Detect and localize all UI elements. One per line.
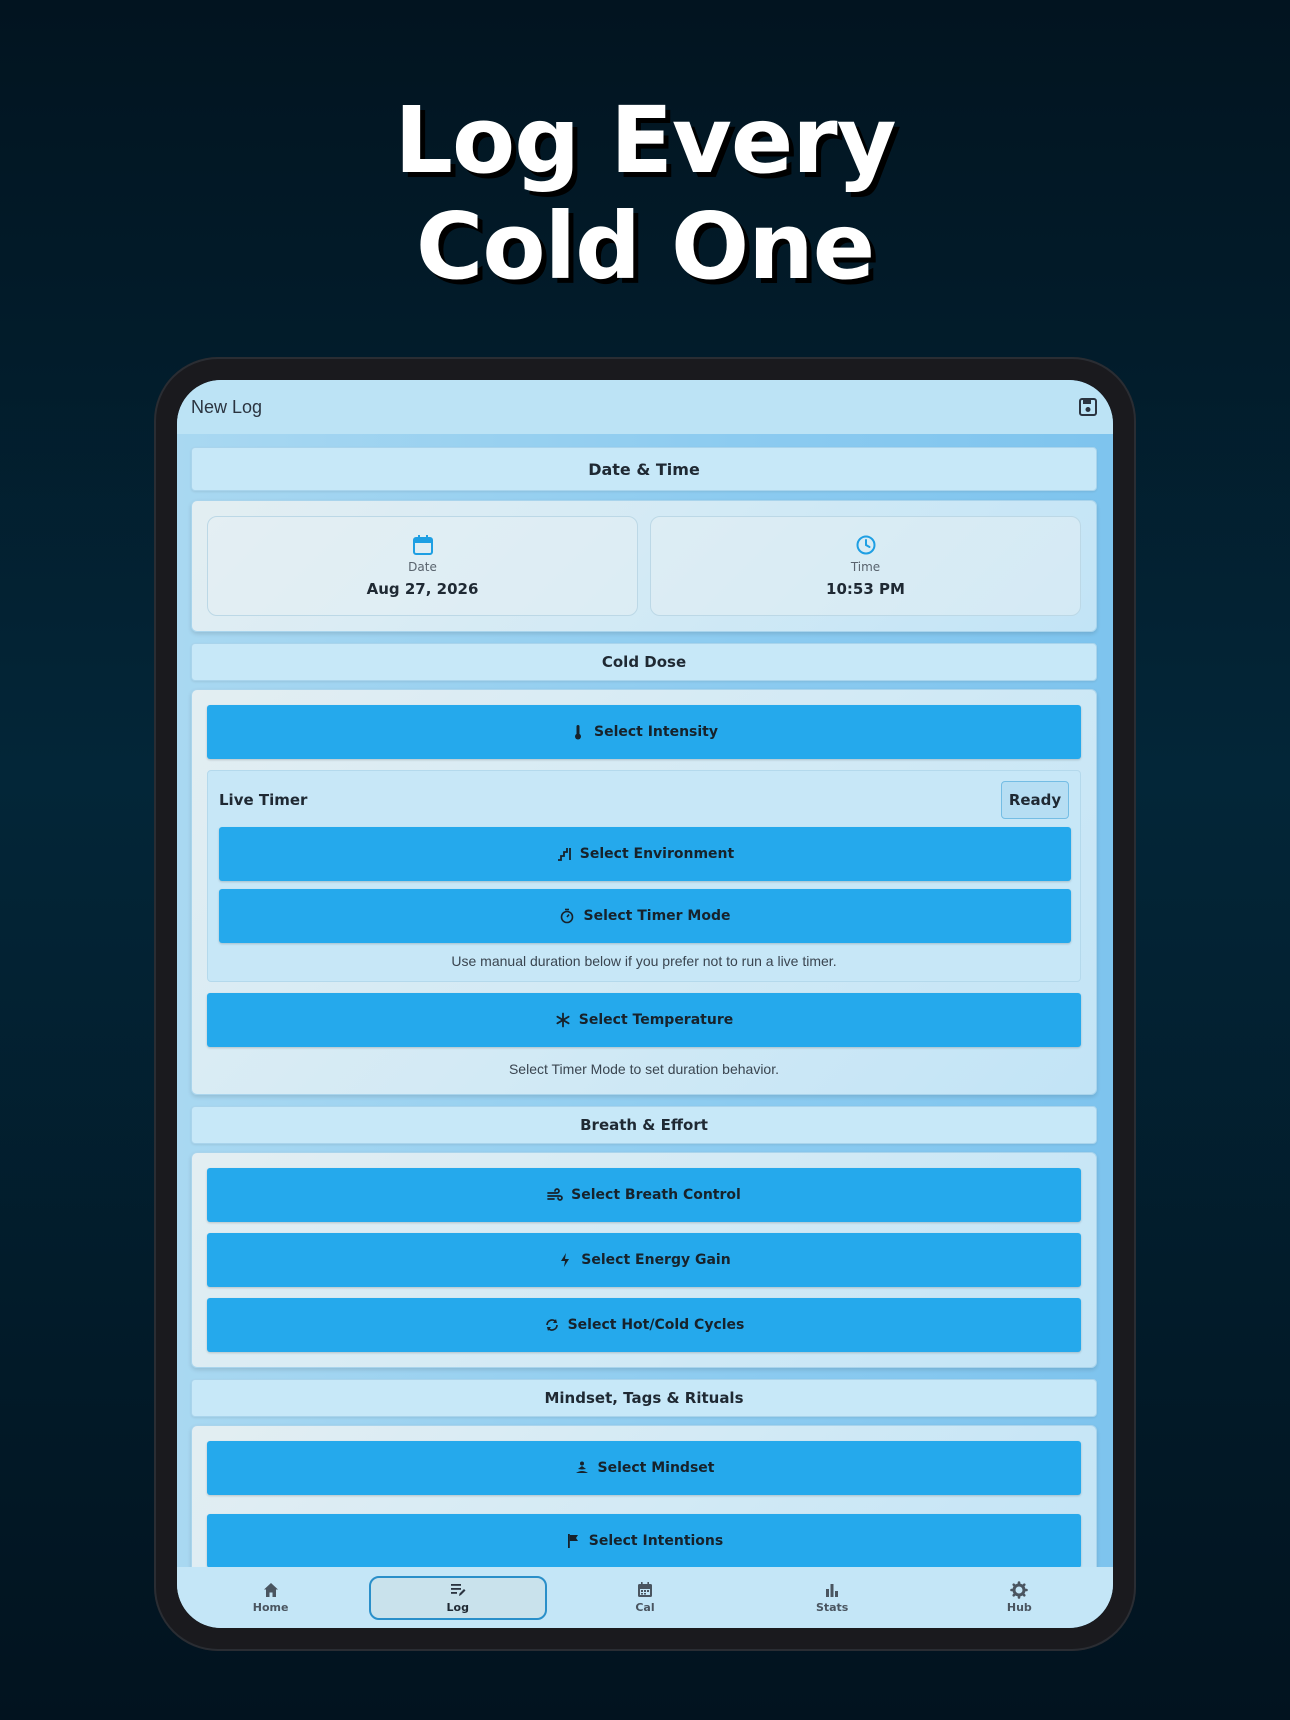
snowflake-icon xyxy=(555,1012,571,1028)
section-header-mindset: Mindset, Tags & Rituals xyxy=(191,1379,1097,1417)
calendar-icon xyxy=(412,535,433,555)
tablet-frame: New Log Date & Time Date Aug 27, 2026 Ti… xyxy=(154,357,1136,1651)
nav-stats-label: Stats xyxy=(815,1601,849,1614)
log-form: Date & Time Date Aug 27, 2026 Time 10:53… xyxy=(191,447,1099,1584)
time-picker[interactable]: Time 10:53 PM xyxy=(650,516,1081,616)
breath-effort-card: Select Breath Control Select Energy Gain… xyxy=(191,1152,1097,1368)
nav-stats[interactable]: Stats xyxy=(743,1576,921,1620)
cold-dose-card: Select Intensity Live Timer Ready Select… xyxy=(191,689,1097,1095)
page-title: New Log xyxy=(191,396,263,417)
select-temperature-button[interactable]: Select Temperature xyxy=(207,993,1081,1047)
select-intentions-label: Select Intentions xyxy=(588,1533,724,1549)
timer-mode-hint: Select Timer Mode to set duration behavi… xyxy=(508,1061,780,1077)
live-timer-panel: Live Timer Ready Select Environment Sele… xyxy=(207,770,1081,982)
mindset-card: Select Mindset Select Intentions xyxy=(191,1425,1097,1584)
app-screen: New Log Date & Time Date Aug 27, 2026 Ti… xyxy=(177,380,1113,1628)
stats-icon xyxy=(826,1584,839,1597)
headline: Log Every Cold One xyxy=(0,88,1290,300)
date-time-card: Date Aug 27, 2026 Time 10:53 PM xyxy=(191,500,1097,632)
log-icon xyxy=(450,1584,466,1596)
select-timer-mode-button[interactable]: Select Timer Mode xyxy=(219,889,1071,943)
select-intentions-button[interactable]: Select Intentions xyxy=(207,1514,1081,1568)
select-hot-cold-cycles-button[interactable]: Select Hot/Cold Cycles xyxy=(207,1298,1081,1352)
nav-home[interactable]: Home xyxy=(182,1576,360,1620)
nav-hub[interactable]: Hub xyxy=(930,1576,1108,1620)
select-breath-control-label: Select Breath Control xyxy=(571,1187,741,1203)
live-timer-title: Live Timer xyxy=(219,791,308,809)
date-value: Aug 27, 2026 xyxy=(366,580,479,598)
select-energy-gain-button[interactable]: Select Energy Gain xyxy=(207,1233,1081,1287)
nav-log-label: Log xyxy=(446,1601,469,1614)
nav-home-label: Home xyxy=(252,1601,289,1614)
select-hot-cold-cycles-label: Select Hot/Cold Cycles xyxy=(567,1317,745,1333)
nav-log[interactable]: Log xyxy=(368,1575,547,1620)
timer-icon xyxy=(559,908,575,924)
gear-icon xyxy=(1010,1581,1029,1599)
timer-status-button[interactable]: Ready xyxy=(1001,781,1069,819)
nav-cal-label: Cal xyxy=(635,1601,655,1614)
select-environment-label: Select Environment xyxy=(579,846,735,862)
lightning-icon xyxy=(557,1252,573,1268)
calendar-icon xyxy=(637,1582,652,1597)
save-icon[interactable] xyxy=(1077,396,1099,418)
select-mindset-button[interactable]: Select Mindset xyxy=(207,1441,1081,1495)
home-icon xyxy=(263,1583,278,1597)
flag-icon xyxy=(565,1533,581,1549)
bottom-navigation: Home Log Cal Stats Hub xyxy=(177,1567,1113,1628)
section-header-date-time: Date & Time xyxy=(191,447,1097,491)
nav-hub-label: Hub xyxy=(1006,1601,1032,1614)
headline-line-1: Log Every xyxy=(394,87,896,194)
section-header-breath-effort: Breath & Effort xyxy=(191,1106,1097,1144)
select-intensity-button[interactable]: Select Intensity xyxy=(207,705,1081,759)
select-temperature-label: Select Temperature xyxy=(578,1012,734,1028)
select-environment-button[interactable]: Select Environment xyxy=(219,827,1071,881)
date-picker[interactable]: Date Aug 27, 2026 xyxy=(207,516,638,616)
time-label: Time xyxy=(850,560,881,574)
select-mindset-label: Select Mindset xyxy=(597,1460,715,1476)
select-energy-gain-label: Select Energy Gain xyxy=(581,1252,731,1268)
cycle-icon xyxy=(544,1317,560,1333)
thermometer-icon xyxy=(570,724,586,740)
select-breath-control-button[interactable]: Select Breath Control xyxy=(207,1168,1081,1222)
clock-icon xyxy=(856,535,875,555)
select-intensity-label: Select Intensity xyxy=(593,724,719,740)
meditation-icon xyxy=(574,1460,590,1476)
live-timer-hint: Use manual duration below if you prefer … xyxy=(451,953,837,969)
wind-icon xyxy=(547,1187,563,1203)
time-value: 10:53 PM xyxy=(826,580,905,598)
section-header-cold-dose: Cold Dose xyxy=(191,643,1097,681)
headline-line-2: Cold One xyxy=(415,193,875,300)
nav-cal[interactable]: Cal xyxy=(556,1576,734,1620)
select-timer-mode-label: Select Timer Mode xyxy=(583,908,731,924)
date-label: Date xyxy=(408,560,437,574)
stairs-pool-icon xyxy=(556,846,572,862)
app-bar: New Log xyxy=(177,380,1113,434)
